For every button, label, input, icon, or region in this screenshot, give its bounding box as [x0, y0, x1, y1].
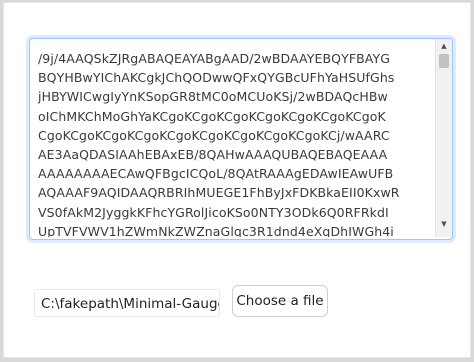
textarea-line: BQYHBwYIChAKCgkJChQODwwQFxQYGBcUFhYaHSUf… [38, 70, 395, 86]
scroll-thumb[interactable] [439, 54, 449, 68]
scroll-up-arrow-icon[interactable]: ▲ [436, 39, 452, 53]
choose-file-button[interactable]: Choose a file [232, 285, 328, 317]
textarea-line: jHBYWICwgIyYnKSopGR8tMC0oMCUoKSj/2wBDAQc… [38, 89, 388, 105]
base64-textarea[interactable]: /9j/4AAQSkZJRgABAQEAYABgAAD/2wBDAAYEBQYF… [29, 38, 453, 240]
form-card: /9j/4AAQSkZJRgABAQEAYABgAAD/2wBDAAYEBQYF… [3, 2, 471, 358]
textarea-line: AQAAAF9AQIDAAQRBRIhMUEGE1FhByJxFDKBkaEII… [38, 185, 400, 201]
textarea-line: VS0fAkM2JyggkKFhcYGRolJicoKSo0NTY3ODk6Q0… [38, 204, 389, 220]
textarea-line: /9j/4AAQSkZJRgABAQEAYABgAAD/2wBDAAYEBQYF… [38, 51, 390, 66]
textarea-scrollbar[interactable]: ▲ ▼ [435, 39, 452, 237]
textarea-line: AAAAAAAAECAwQFBgcICQoL/8QAtRAAAgEDAwIEAw… [38, 166, 394, 182]
textarea-line: UpTVFVWV1hZWmNkZWZnaGlqc3R1dnd4eXqDhIWGh… [38, 223, 394, 237]
file-path-display: C:\fakepath\Minimal-Gauge [34, 289, 220, 317]
textarea-line: oIChMKChMoGhYaKCgoKCgoKCgoKCgoKCgoKCgoKC… [38, 108, 386, 124]
scroll-down-arrow-icon[interactable]: ▼ [436, 217, 452, 231]
textarea-line: AE3AaQDASIAAhEBAxEB/8QAHwAAAQUBAQEBAQEAA… [38, 147, 388, 163]
base64-text[interactable]: /9j/4AAQSkZJRgABAQEAYABgAAD/2wBDAAYEBQYF… [30, 39, 428, 237]
textarea-line: CgoKCgoKCgoKCgoKCgoKCgoKCgoKCgoKCgoKCj/w… [38, 127, 390, 143]
